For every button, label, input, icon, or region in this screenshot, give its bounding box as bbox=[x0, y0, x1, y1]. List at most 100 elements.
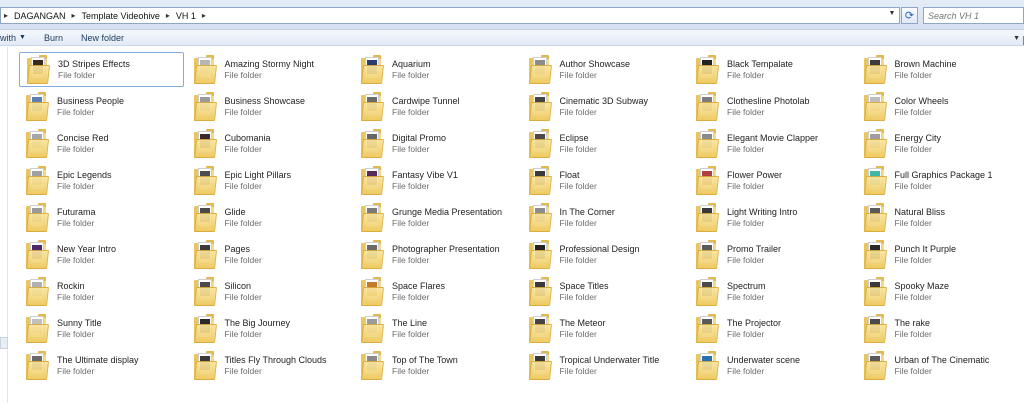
folder-item[interactable]: The Big Journey File folder bbox=[187, 311, 352, 346]
navigation-pane[interactable] bbox=[0, 47, 8, 403]
folder-type: File folder bbox=[392, 291, 430, 302]
folder-icon bbox=[193, 276, 217, 307]
folder-item[interactable]: Professional Design File folder bbox=[522, 237, 687, 272]
refresh-icon: ⟳ bbox=[904, 10, 915, 22]
folder-item[interactable]: Light Writing Intro File folder bbox=[689, 200, 854, 235]
folder-item[interactable]: Cubomania File folder bbox=[187, 126, 352, 161]
folder-labels: Urban of The Cinematic File folder bbox=[895, 355, 990, 377]
new-folder-button[interactable]: New folder bbox=[81, 33, 124, 43]
search-input[interactable] bbox=[924, 8, 1023, 23]
folder-item[interactable]: Clothesline Photolab File folder bbox=[689, 89, 854, 124]
folder-item[interactable]: Author Showcase File folder bbox=[522, 52, 687, 87]
folder-item[interactable]: Business People File folder bbox=[19, 89, 184, 124]
folder-front bbox=[26, 323, 49, 343]
folder-front bbox=[528, 360, 552, 380]
folder-type: File folder bbox=[894, 180, 932, 191]
folder-item[interactable]: Energy City File folder bbox=[857, 126, 1022, 161]
folder-labels: Eclipse File folder bbox=[560, 133, 597, 155]
folder-labels: Energy City File folder bbox=[895, 133, 942, 155]
folder-type: File folder bbox=[57, 328, 95, 339]
folder-item[interactable]: Underwater scene File folder bbox=[689, 348, 854, 383]
folder-item[interactable]: Color Wheels File folder bbox=[857, 89, 1022, 124]
search-box[interactable] bbox=[923, 7, 1024, 24]
folder-front bbox=[361, 249, 384, 269]
folder-item[interactable]: Space Flares File folder bbox=[354, 274, 519, 309]
folder-type: File folder bbox=[727, 143, 765, 154]
folder-item[interactable]: Space Titles File folder bbox=[522, 274, 687, 309]
folder-type: File folder bbox=[224, 254, 262, 265]
chevron-right-icon[interactable]: ▸ bbox=[163, 11, 173, 20]
folder-icon bbox=[26, 313, 49, 344]
folder-item[interactable]: Flower Power File folder bbox=[689, 163, 854, 198]
share-with-label: with bbox=[0, 32, 17, 43]
folder-item[interactable]: Eclipse File folder bbox=[522, 126, 687, 161]
folder-item[interactable]: Photographer Presentation File folder bbox=[354, 237, 519, 272]
refresh-button[interactable]: ⟳ bbox=[901, 7, 918, 24]
breadcrumb[interactable]: ▸ DAGANGAN ▸ Template Videohive ▸ VH 1 ▸… bbox=[0, 7, 900, 24]
toolbar: with ▼ Burn New folder ▼ bbox=[0, 30, 1024, 46]
folder-item[interactable]: Elegant Movie Clapper File folder bbox=[689, 126, 854, 161]
folder-item[interactable]: Sunny Title File folder bbox=[19, 311, 184, 346]
folder-item[interactable]: Top of The Town File folder bbox=[354, 348, 519, 383]
chevron-down-icon[interactable]: ▼ bbox=[887, 10, 897, 21]
nav-pane-scroll-handle[interactable] bbox=[0, 337, 8, 349]
folder-item[interactable]: Grunge Media Presentation File folder bbox=[354, 200, 519, 235]
folder-item[interactable]: Futurama File folder bbox=[19, 200, 184, 235]
folder-item[interactable]: Spectrum File folder bbox=[689, 274, 854, 309]
folder-item[interactable]: Aquarium File folder bbox=[354, 52, 519, 87]
folder-item[interactable]: Tropical Underwater Title File folder bbox=[522, 348, 687, 383]
share-with-menu[interactable]: with ▼ bbox=[0, 33, 26, 43]
folder-item[interactable]: Business Showcase File folder bbox=[187, 89, 352, 124]
folder-item[interactable]: Brown Machine File folder bbox=[857, 52, 1022, 87]
folder-name: Epic Light Pillars bbox=[224, 169, 292, 180]
chevron-right-icon[interactable]: ▸ bbox=[199, 11, 209, 20]
folder-item[interactable]: Fantasy Vibe V1 File folder bbox=[354, 163, 519, 198]
burn-button[interactable]: Burn bbox=[44, 33, 63, 43]
folder-item[interactable]: Epic Light Pillars File folder bbox=[187, 163, 352, 198]
folder-item[interactable]: Digital Promo File folder bbox=[354, 126, 519, 161]
folder-item[interactable]: Epic Legends File folder bbox=[19, 163, 184, 198]
folder-item[interactable]: The Projector File folder bbox=[689, 311, 854, 346]
folder-type: File folder bbox=[894, 217, 932, 228]
folder-labels: Author Showcase File folder bbox=[560, 59, 631, 81]
folder-item[interactable]: Pages File folder bbox=[187, 237, 352, 272]
folder-item[interactable]: Cinematic 3D Subway File folder bbox=[522, 89, 687, 124]
folder-name: Promo Trailer bbox=[727, 243, 782, 254]
folder-item[interactable]: Float File folder bbox=[522, 163, 687, 198]
folder-front bbox=[361, 138, 384, 158]
folder-item[interactable]: In The Corner File folder bbox=[522, 200, 687, 235]
chevron-right-icon[interactable]: ▸ bbox=[69, 11, 79, 20]
folder-name: Light Writing Intro bbox=[727, 206, 798, 217]
folder-item[interactable]: The Ultimate display File folder bbox=[19, 348, 184, 383]
folder-icon bbox=[528, 350, 552, 381]
folder-item[interactable]: Promo Trailer File folder bbox=[689, 237, 854, 272]
folder-item[interactable]: Concise Red File folder bbox=[19, 126, 184, 161]
folder-item[interactable]: The Meteor File folder bbox=[522, 311, 687, 346]
folder-labels: Sunny Title File folder bbox=[57, 318, 102, 340]
folder-name: Glide bbox=[224, 206, 246, 217]
change-view-button[interactable]: ▼ bbox=[1013, 31, 1024, 45]
folder-name: Grunge Media Presentation bbox=[392, 206, 503, 217]
folder-item[interactable]: Rockin File folder bbox=[19, 274, 184, 309]
folder-item[interactable]: Punch It Purple File folder bbox=[857, 237, 1022, 272]
breadcrumb-template-videohive[interactable]: Template Videohive bbox=[79, 11, 163, 21]
folder-item[interactable]: The rake File folder bbox=[857, 311, 1022, 346]
breadcrumb-dagangan[interactable]: DAGANGAN bbox=[11, 11, 69, 21]
folder-item[interactable]: 3D Stripes Effects File folder bbox=[19, 52, 184, 87]
folder-item[interactable]: Full Graphics Package 1 File folder bbox=[857, 163, 1022, 198]
folder-type: File folder bbox=[224, 328, 262, 339]
breadcrumb-vh1[interactable]: VH 1 bbox=[173, 11, 199, 21]
folder-icon bbox=[528, 239, 552, 270]
folder-item[interactable]: Cardwipe Tunnel File folder bbox=[354, 89, 519, 124]
folder-item[interactable]: Titles Fly Through Clouds File folder bbox=[187, 348, 352, 383]
folder-item[interactable]: Amazing Stormy Night File folder bbox=[187, 52, 352, 87]
folder-item[interactable]: The Line File folder bbox=[354, 311, 519, 346]
folder-item[interactable]: Black Tempalate File folder bbox=[689, 52, 854, 87]
folder-item[interactable]: Spooky Maze File folder bbox=[857, 274, 1022, 309]
folder-item[interactable]: Silicon File folder bbox=[187, 274, 352, 309]
folder-item[interactable]: Natural Bliss File folder bbox=[857, 200, 1022, 235]
folder-item[interactable]: Glide File folder bbox=[187, 200, 352, 235]
folder-item[interactable]: Urban of The Cinematic File folder bbox=[857, 348, 1022, 383]
folder-item[interactable]: New Year Intro File folder bbox=[19, 237, 184, 272]
chevron-right-icon[interactable]: ▸ bbox=[1, 11, 11, 20]
